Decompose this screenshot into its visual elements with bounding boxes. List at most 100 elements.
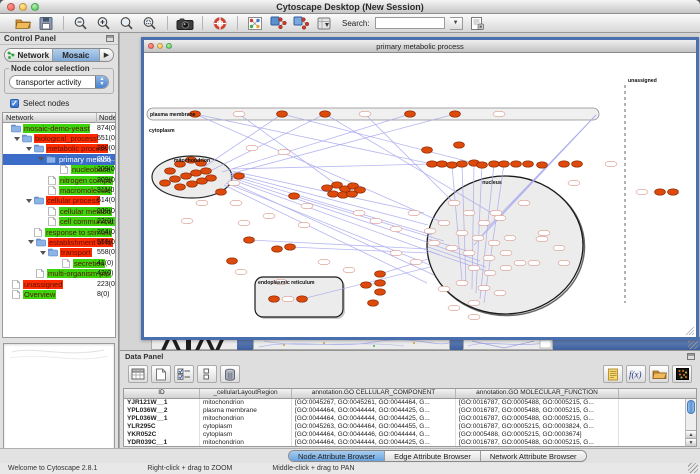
search-settings-icon[interactable] — [468, 15, 486, 31]
attribute-grid-icon[interactable] — [128, 365, 148, 383]
window-resize-grip[interactable] — [688, 339, 698, 349]
expander-icon[interactable] — [26, 147, 32, 151]
zoom-fit-icon[interactable] — [141, 15, 159, 31]
browser-tabstrip: Node Attribute BrowserEdge Attribute Bro… — [0, 448, 700, 463]
matrix-icon[interactable] — [672, 365, 692, 383]
snapshot-icon[interactable] — [176, 15, 194, 31]
graph-node-colored — [175, 184, 186, 190]
network-canvas[interactable]: plasma membranecytoplasmmitochondrionnuc… — [144, 53, 696, 337]
table-row[interactable]: YKR052Ccytoplasm[GO:0044464, GO:0044446,… — [124, 431, 696, 439]
zoom-selected-icon[interactable] — [118, 15, 136, 31]
expander-icon[interactable] — [38, 157, 44, 161]
function-builder-icon[interactable]: f(x) — [626, 365, 646, 383]
table-cell: mitochondrion — [200, 415, 292, 423]
tree-row-node-count: 42(0) — [97, 270, 116, 277]
float-panel-icon[interactable] — [106, 35, 114, 42]
unselect-attributes-icon[interactable] — [197, 365, 217, 383]
cytoscape-application: Cytoscape Desktop (New Session) — [0, 0, 700, 474]
zoom-window-button[interactable] — [31, 3, 39, 11]
tree-row[interactable]: macromolecule311(0) — [3, 185, 115, 195]
tree-row[interactable]: secretion41(0) — [3, 258, 115, 268]
save-session-icon[interactable] — [37, 15, 55, 31]
tree-row[interactable]: cellular metabo209(0) — [3, 206, 115, 216]
expander-icon[interactable] — [40, 251, 46, 255]
control-panel-tabs: Network Mosaic ▶ — [4, 48, 114, 62]
folder-icon — [22, 134, 32, 143]
filter-icon[interactable] — [292, 15, 310, 31]
tree-row[interactable]: Overview8(0) — [3, 289, 115, 299]
network-zoom-button[interactable] — [166, 43, 172, 49]
import-table-icon[interactable] — [315, 15, 333, 31]
window-titlebar[interactable]: Cytoscape Desktop (New Session) — [0, 0, 700, 14]
tab-edge-attribute-browser[interactable]: Edge Attribute Browser — [385, 451, 481, 461]
scrollbar-thumb[interactable] — [687, 400, 695, 414]
open-file-icon[interactable] — [14, 15, 32, 31]
table-row[interactable]: YJR121W__1mitochondrion[GO:0045267, GO:0… — [124, 399, 696, 407]
attribute-table-header[interactable]: ID_cellularLayoutRegionannotation.GO CEL… — [124, 389, 696, 399]
vizmapper-icon[interactable] — [269, 15, 287, 31]
search-input[interactable] — [375, 17, 445, 29]
column-header[interactable]: annotation.GO CELLULAR_COMPONENT — [292, 389, 456, 398]
tree-row[interactable]: multi-organism pro42(0) — [3, 268, 115, 278]
graph-node — [468, 300, 480, 306]
minimize-button[interactable] — [19, 3, 27, 11]
select-nodes-checkbox[interactable]: ✓ — [10, 99, 19, 108]
scroll-up-arrow[interactable]: ▲ — [686, 430, 696, 438]
tree-row[interactable]: metabolic process280(0) — [3, 144, 115, 154]
scroll-down-arrow[interactable]: ▼ — [686, 438, 696, 446]
network-overview-icon[interactable] — [246, 15, 264, 31]
birdseye-view-panel[interactable] — [3, 343, 115, 455]
tree-row[interactable]: transport558(0) — [3, 248, 115, 258]
tabs-overflow-arrow[interactable]: ▶ — [100, 49, 113, 61]
expander-icon[interactable] — [26, 199, 32, 203]
graph-node-colored — [272, 246, 283, 252]
notes-icon[interactable] — [603, 365, 623, 383]
table-cell: [GO:0016787, GO:0005488, GO:0005215, G..… — [456, 415, 619, 423]
node-color-dropdown[interactable]: transporter activity ▲▼ — [9, 75, 109, 89]
new-attribute-icon[interactable] — [151, 365, 171, 383]
network-close-button[interactable] — [148, 43, 154, 49]
app-resize-grip[interactable] — [688, 463, 698, 473]
search-dropdown-button[interactable]: ▼ — [450, 17, 463, 30]
tree-row[interactable]: biological_process651(0) — [3, 133, 115, 143]
tab-node-attribute-browser[interactable]: Node Attribute Browser — [289, 451, 385, 461]
tree-row[interactable]: nucleobase-209(0) — [3, 165, 115, 175]
tab-mosaic[interactable]: Mosaic — [53, 49, 101, 61]
table-row[interactable]: YLR295Ccytoplasm[GO:0045263, GO:0044464,… — [124, 423, 696, 431]
graph-node-colored — [454, 142, 465, 148]
table-row[interactable]: YPL036W__1mitochondrion[GO:0044464, GO:0… — [124, 415, 696, 423]
tree-row[interactable]: cellular process614(0) — [3, 196, 115, 206]
column-header[interactable]: annotation.GO MOLECULAR_FUNCTION — [456, 389, 619, 398]
tree-header[interactable]: Network Nodes — [3, 113, 115, 123]
import-attributes-icon[interactable] — [649, 365, 669, 383]
tree-row[interactable]: cell communicat22(0) — [3, 217, 115, 227]
tree-row[interactable]: mosaic-demo-yeast874(0) — [3, 123, 115, 133]
table-scrollbar[interactable]: ▲ ▼ — [685, 399, 696, 446]
zoom-out-icon[interactable] — [72, 15, 90, 31]
tree-row[interactable]: nitrogen compo209(0) — [3, 175, 115, 185]
tree-row[interactable]: response to stimulu264(0) — [3, 227, 115, 237]
table-row[interactable]: YDR039C__1mitochondrion[GO:0044464, GO:0… — [124, 439, 696, 447]
tab-network[interactable]: Network — [5, 49, 53, 61]
table-row[interactable]: YPL036W__2plasma membrane[GO:0044464, GO… — [124, 407, 696, 415]
float-data-panel-icon[interactable] — [687, 353, 695, 360]
dropdown-stepper-icon: ▲▼ — [95, 76, 108, 88]
tree-row[interactable]: primary metabo209(... — [3, 154, 115, 164]
expander-icon[interactable] — [14, 137, 20, 141]
column-header[interactable]: _cellularLayoutRegion — [200, 389, 292, 398]
delete-attribute-icon[interactable] — [220, 365, 240, 383]
select-attributes-icon[interactable] — [174, 365, 194, 383]
tab-network-attribute-browser[interactable]: Network Attribute Browser — [481, 451, 586, 461]
zoom-in-icon[interactable] — [95, 15, 113, 31]
graph-node — [478, 220, 490, 226]
network-minimize-button[interactable] — [157, 43, 163, 49]
tree-row-node-count: 8(0) — [97, 291, 116, 298]
tree-row[interactable]: unassigned223(0) — [3, 279, 115, 289]
column-header[interactable]: ID — [124, 389, 200, 398]
close-button[interactable] — [7, 3, 15, 11]
tree-row[interactable]: establishment of lo558(0) — [3, 237, 115, 247]
help-icon[interactable] — [211, 15, 229, 31]
expander-icon[interactable] — [28, 240, 34, 244]
network-window-titlebar[interactable]: primary metabolic process — [144, 40, 696, 53]
data-panel-title: Data Panel — [125, 352, 687, 361]
